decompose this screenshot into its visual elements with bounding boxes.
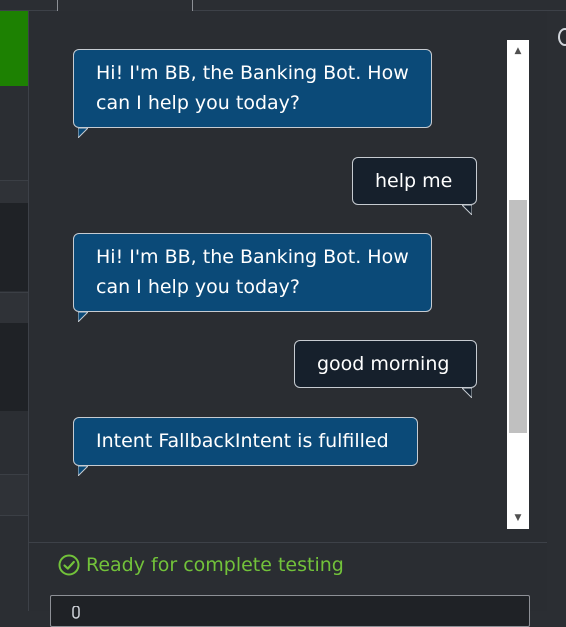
chat-message-list: Hi! I'm BB, the Banking Bot. How can I h… <box>29 31 519 531</box>
scrollbar-thumb[interactable] <box>509 200 527 433</box>
chat-scrollbar[interactable]: ▲ ▼ <box>507 40 529 529</box>
bubble-tail-icon <box>462 205 472 215</box>
user-message: help me <box>352 157 477 215</box>
message-text: Hi! I'm BB, the Banking Bot. How can I h… <box>96 246 409 298</box>
scroll-down-arrow-icon[interactable]: ▼ <box>507 509 529 527</box>
microphone-icon[interactable] <box>71 606 81 626</box>
check-circle-icon <box>58 554 80 576</box>
user-message: good morning <box>294 340 477 398</box>
message-text: good morning <box>317 353 450 375</box>
bot-message: Hi! I'm BB, the Banking Bot. How can I h… <box>73 233 432 322</box>
background-row <box>0 203 28 291</box>
message-text: Intent FallbackIntent is fulfilled <box>96 430 389 452</box>
refresh-icon[interactable] <box>558 28 566 46</box>
right-edge-panel <box>546 11 566 89</box>
background-row <box>0 292 28 324</box>
status-indicator: Ready for complete testing <box>58 552 344 578</box>
bot-message: Intent FallbackIntent is fulfilled <box>73 417 418 476</box>
status-text: Ready for complete testing <box>86 554 344 576</box>
bubble-tail-icon <box>78 128 88 138</box>
background-row <box>0 323 28 411</box>
bubble-tail-icon <box>462 388 472 398</box>
scroll-up-arrow-icon[interactable]: ▲ <box>507 42 529 60</box>
bot-message: Hi! I'm BB, the Banking Bot. How can I h… <box>73 49 432 138</box>
message-text: help me <box>375 170 453 192</box>
divider <box>29 542 547 543</box>
message-text: Hi! I'm BB, the Banking Bot. How can I h… <box>96 62 409 114</box>
background-row <box>0 180 28 204</box>
background-green-bar <box>0 10 28 86</box>
background-row <box>0 474 28 516</box>
chat-panel: Hi! I'm BB, the Banking Bot. How can I h… <box>28 11 547 627</box>
chat-input[interactable] <box>50 595 530 627</box>
bubble-tail-icon <box>78 312 88 322</box>
bubble-tail-icon <box>78 466 88 476</box>
